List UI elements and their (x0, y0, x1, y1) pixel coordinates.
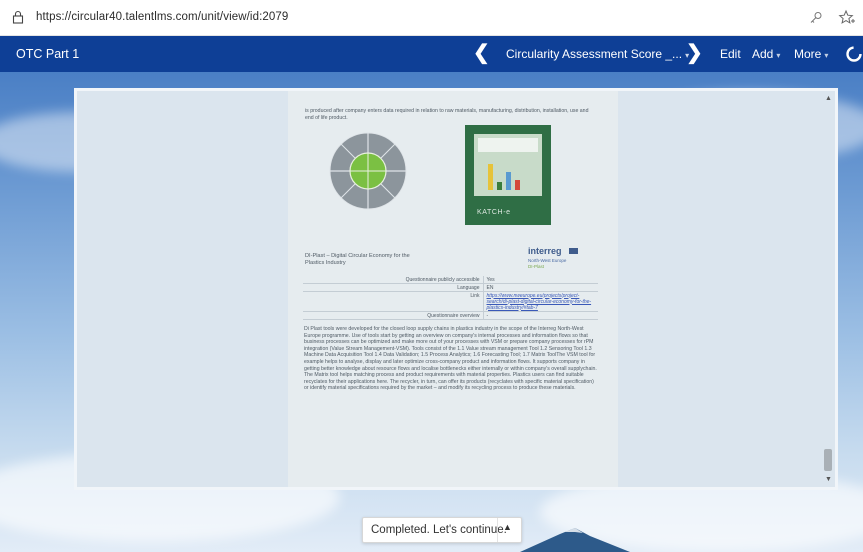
document-page: is produced after company enters data re… (288, 91, 618, 487)
edit-button[interactable]: Edit (720, 47, 741, 61)
table-row: Language EN (303, 283, 598, 292)
more-menu-label: More (794, 47, 822, 61)
completed-label: Completed. Let's continue. (371, 524, 507, 536)
mountain-peak-decoration (520, 528, 630, 552)
row-label: Language (303, 283, 484, 292)
divider (497, 518, 498, 542)
lock-icon[interactable] (12, 10, 24, 24)
description-paragraph: Di Plast tools were developed for the cl… (304, 326, 597, 392)
add-menu-label: Add (752, 47, 774, 61)
chevron-right-icon[interactable]: ❯ (686, 43, 703, 63)
row-label: Questionnaire overview (303, 311, 484, 320)
completed-continue-button[interactable]: Completed. Let's continue. ▲ (362, 517, 522, 543)
project-link[interactable]: https://www.nweurope.eu/projects/project… (487, 293, 592, 311)
favorite-icon[interactable] (838, 9, 856, 27)
add-menu[interactable]: Add ▾ (752, 47, 780, 61)
scroll-down-icon[interactable]: ▼ (825, 476, 832, 483)
row-value: - (483, 311, 598, 320)
course-title: OTC Part 1 (16, 47, 80, 61)
table-row: Questionnaire publicly accessible Yes (303, 276, 598, 284)
project-info-table: Questionnaire publicly accessible Yes La… (303, 276, 598, 320)
chevron-left-icon[interactable]: ❮ (473, 43, 490, 63)
logo-project: DI-Plast (528, 264, 545, 269)
cover-brand: KATCH-e (477, 209, 511, 216)
row-label: Questionnaire publicly accessible (303, 276, 484, 284)
row-label: Link (303, 291, 484, 312)
unit-selector[interactable]: Circularity Assessment Score _... ▾ (506, 47, 689, 61)
chevron-down-icon: ▾ (776, 51, 781, 60)
row-value-link-cell: https://www.nweurope.eu/projects/project… (483, 291, 598, 312)
table-row: Questionnaire overview - (303, 311, 598, 320)
scroll-up-icon[interactable]: ▲ (825, 95, 832, 102)
project-title: DI-Plast – Digital Circular Economy for … (305, 253, 410, 266)
eu-flag-icon (569, 248, 578, 254)
scrollbar[interactable]: ▲ ▼ (823, 93, 833, 485)
course-topbar: OTC Part 1 ❮ Circularity Assessment Scor… (0, 36, 863, 72)
logo-name: interreg (528, 246, 562, 256)
intro-paragraph: is produced after company enters data re… (305, 108, 589, 121)
key-icon[interactable] (808, 10, 824, 26)
url-text[interactable]: https://circular40.talentlms.com/unit/vi… (36, 11, 288, 23)
interreg-logo: interreg North-West Europe DI-Plast (528, 246, 588, 270)
row-value: Yes (483, 276, 598, 284)
cover-chart (478, 138, 538, 190)
unit-selector-label: Circularity Assessment Score _... (506, 47, 683, 61)
chevron-down-icon: ▾ (824, 51, 829, 60)
scroll-thumb[interactable] (824, 449, 832, 471)
content-viewer[interactable]: is produced after company enters data re… (74, 88, 838, 490)
cover-chart-area (474, 134, 542, 196)
spinner-icon (846, 46, 862, 62)
report-cover-figure: KATCH-e (465, 125, 551, 225)
circularity-wheel-figure (329, 132, 407, 210)
browser-address-bar: https://circular40.talentlms.com/unit/vi… (0, 0, 863, 36)
caret-up-icon[interactable]: ▲ (503, 522, 512, 532)
row-value: EN (483, 283, 598, 292)
logo-region: North-West Europe (528, 258, 567, 263)
table-row: Link https://www.nweurope.eu/projects/pr… (303, 291, 598, 312)
more-menu[interactable]: More ▾ (794, 47, 828, 61)
